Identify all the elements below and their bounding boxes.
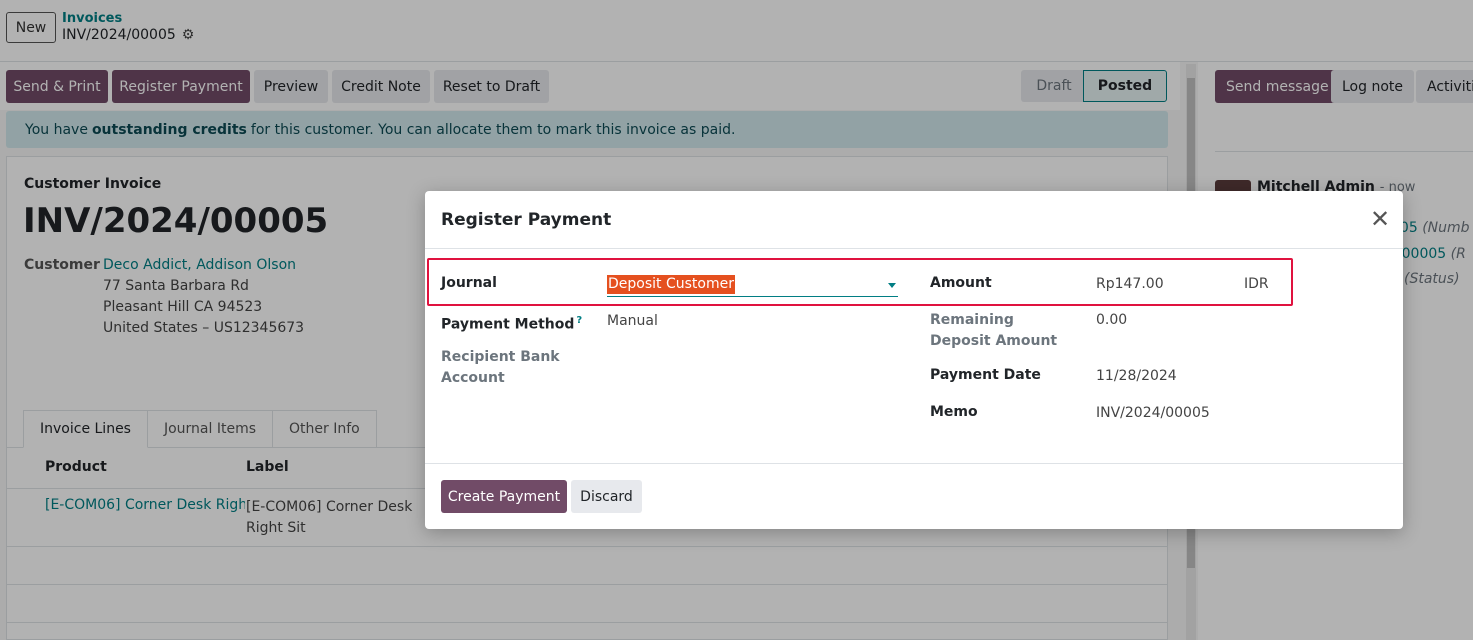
register-payment-dialog: Register Payment ✕ Journal Deposit Custo… [425,191,1403,529]
payment-date-field[interactable]: 11/28/2024 [1096,366,1177,387]
memo-field[interactable]: INV/2024/00005 [1096,403,1210,424]
payment-method-label: Payment Method? [441,310,582,336]
journal-selected-text[interactable]: Deposit Customer [607,275,735,294]
payment-method-label-text: Payment Method [441,316,575,333]
recipient-bank-label: Recipient Bank Account [441,349,560,386]
memo-label: Memo [930,404,978,420]
discard-button[interactable]: Discard [571,480,642,513]
journal-label: Journal [441,275,497,291]
chevron-down-icon[interactable] [888,283,896,288]
payment-method-field[interactable]: Manual [607,311,658,332]
help-icon[interactable]: ? [576,315,582,326]
dialog-footer-divider [425,463,1403,464]
remaining-deposit-label: Remaining Deposit Amount [930,312,1058,349]
amount-field[interactable]: Rp147.00 [1096,274,1164,295]
dialog-header-divider [425,248,1403,249]
dialog-title: Register Payment [441,210,612,230]
create-payment-button[interactable]: Create Payment [441,480,567,513]
close-icon[interactable]: ✕ [1369,207,1391,231]
journal-select[interactable]: Deposit Customer [607,274,898,297]
currency-field[interactable]: IDR [1244,274,1269,295]
remaining-deposit-value: 0.00 [1096,312,1128,328]
amount-label: Amount [930,275,992,291]
payment-date-label: Payment Date [930,367,1041,383]
